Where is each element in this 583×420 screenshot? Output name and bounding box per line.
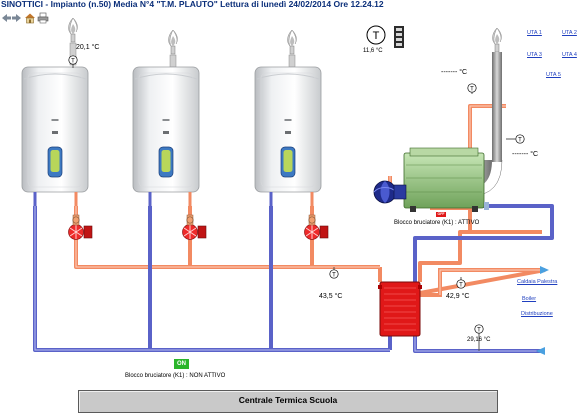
link-boiler[interactable]: Boiler (522, 296, 536, 302)
off-badge: OFF (436, 212, 446, 217)
flue-temperature: 20,1 °C (76, 44, 100, 51)
link-uta-3[interactable]: UTA 3 (527, 52, 542, 58)
chimney-top-temperature: ------- °C (441, 69, 468, 76)
flow-arrow-icon (536, 347, 545, 355)
link-distribuzione[interactable]: Distribuzione (521, 311, 553, 317)
flow-arrow-icon (540, 266, 549, 274)
heat-exchanger (378, 281, 422, 337)
svg-text:T: T (373, 30, 380, 42)
footer-title: Centrale Termica Scuola (238, 395, 338, 405)
outdoor-temperature: 11,6 °C (363, 48, 383, 54)
footer-bar: Centrale Termica Scuola (78, 390, 498, 413)
link-uta-2[interactable]: UTA 2 (562, 30, 577, 36)
link-uta-1[interactable]: UTA 1 (527, 30, 542, 36)
fan-icon (373, 180, 407, 204)
thermometer-icon (515, 134, 525, 144)
plant-diagram: T (21, 17, 554, 355)
thermometer-icon (474, 324, 484, 334)
secondary-temperature: 42,9 °C (446, 293, 470, 300)
pump-3-icon (304, 214, 329, 240)
thermometer-icon (329, 269, 339, 279)
burner-status-bottom: Blocco bruciatore (K1) : NON ATTIVO (125, 373, 226, 379)
thermometer-icon (68, 55, 78, 65)
return-temperature: 29,16 °C (467, 337, 491, 343)
link-uta-4[interactable]: UTA 4 (562, 52, 577, 58)
pump-1-icon (68, 214, 93, 240)
boiler-2 (132, 29, 200, 193)
boiler-3 (254, 29, 322, 193)
outdoor-thermometer-icon: T (366, 25, 386, 45)
chimney-mid-temperature: ------- °C (512, 151, 539, 158)
generator-unit (403, 147, 489, 212)
thermometer-icon (456, 279, 466, 289)
thermometer-icon (467, 83, 477, 93)
supply-temperature: 43,5 °C (319, 293, 343, 300)
burner-status-top: Blocco bruciatore (K1) : ATTIVO (394, 220, 480, 226)
on-button[interactable]: ON (174, 359, 189, 369)
link-uta-5[interactable]: UTA 5 (546, 72, 561, 78)
link-caldaia-palestra[interactable]: Caldaia Palestra (517, 279, 557, 285)
signal-bars-icon (394, 26, 404, 48)
pump-2-icon (182, 214, 207, 240)
